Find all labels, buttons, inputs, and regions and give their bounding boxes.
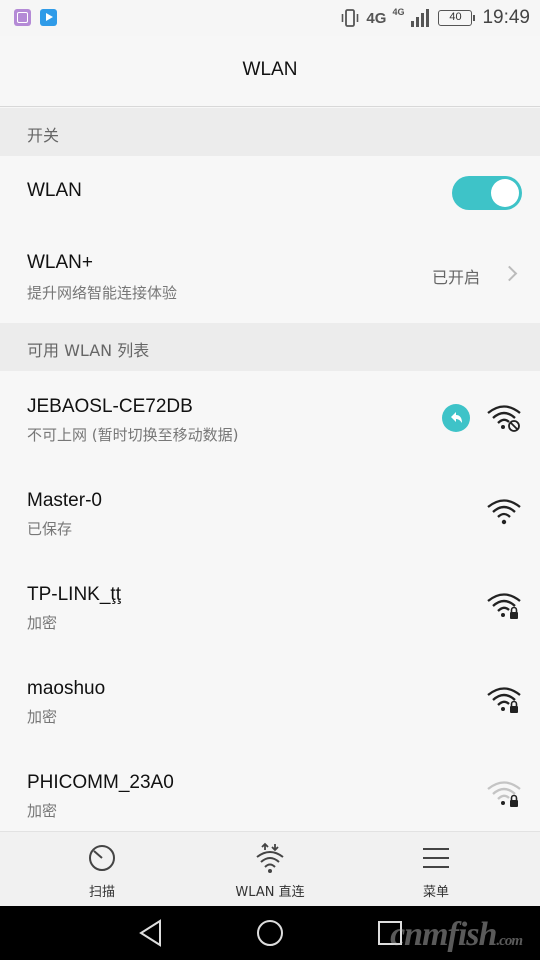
scan-button[interactable]: 扫描 xyxy=(12,832,192,907)
network-status: 加密 xyxy=(27,802,58,820)
watermark: cnmfish.com xyxy=(390,918,523,956)
section-header-available: 可用 WLAN 列表 xyxy=(0,323,540,371)
wlan-plus-row[interactable]: WLAN+ 提升网络智能连接体验 已开启 xyxy=(0,228,540,322)
section-header-label: 可用 WLAN 列表 xyxy=(27,341,150,360)
wlan-plus-sublabel: 提升网络智能连接体验 xyxy=(27,284,178,302)
network-name: maoshuo xyxy=(27,678,106,699)
wifi-weak-locked-icon xyxy=(487,781,521,807)
wlan-switch[interactable] xyxy=(452,176,522,210)
network-status: 加密 xyxy=(27,614,58,632)
watermark-suffix: .com xyxy=(496,933,523,949)
network-status: 加密 xyxy=(27,708,58,726)
menu-icon xyxy=(423,848,449,868)
page-title: WLAN xyxy=(242,59,298,80)
network-row[interactable]: PHICOMM_23A0 加密 xyxy=(0,748,540,831)
home-icon[interactable] xyxy=(255,918,285,948)
network-type-label: 4G xyxy=(366,9,387,27)
network-row[interactable]: Master-0 已保存 xyxy=(0,466,540,560)
network-row[interactable]: JEBAOSL-CE72DB 不可上网 (暂时切换至移动数据) xyxy=(0,372,540,466)
menu-label: 菜单 xyxy=(422,885,449,900)
chevron-right-icon xyxy=(501,265,518,282)
network-status: 不可上网 (暂时切换至移动数据) xyxy=(27,426,239,444)
wifi-locked-icon xyxy=(487,593,521,619)
section-header-switch: 开关 xyxy=(0,108,540,156)
network-row[interactable]: maoshuo 加密 xyxy=(0,654,540,748)
wlan-toggle-label: WLAN xyxy=(27,180,82,201)
battery-indicator: 40 xyxy=(438,10,476,26)
wlan-direct-label: WLAN 直连 xyxy=(235,885,305,900)
wifi-no-internet-icon xyxy=(487,405,521,432)
system-nav-bar: cnmfish.com xyxy=(0,906,540,960)
title-bar: WLAN xyxy=(0,36,540,107)
status-bar: 4G 4G 40 19:49 xyxy=(0,0,540,36)
wlan-plus-label: WLAN+ xyxy=(27,252,93,273)
wlan-direct-icon xyxy=(256,842,284,873)
network-name: JEBAOSL-CE72DB xyxy=(27,396,193,417)
wlan-toggle-row[interactable]: WLAN xyxy=(0,156,540,228)
vibrate-icon xyxy=(342,9,359,27)
network-name: TP-LINK_ţţ xyxy=(27,584,121,605)
share-icon[interactable] xyxy=(442,404,470,432)
scan-icon xyxy=(89,845,115,871)
wlan-plus-status: 已开启 xyxy=(431,268,480,287)
clock: 19:49 xyxy=(482,7,530,28)
wlan-direct-button[interactable]: WLAN 直连 xyxy=(180,832,360,907)
wifi-icon xyxy=(487,499,521,525)
menu-button[interactable]: 菜单 xyxy=(346,832,526,907)
back-icon[interactable] xyxy=(136,918,166,948)
signal-icon xyxy=(411,9,430,27)
network-name: PHICOMM_23A0 xyxy=(27,772,174,793)
network-status: 已保存 xyxy=(27,520,73,538)
video-notification-icon xyxy=(40,9,57,26)
network-row[interactable]: TP-LINK_ţţ 加密 xyxy=(0,560,540,654)
watermark-text: cnmfish xyxy=(390,916,497,953)
network-name: Master-0 xyxy=(27,490,102,511)
scan-label: 扫描 xyxy=(88,885,115,900)
gallery-notification-icon xyxy=(14,9,31,26)
switch-knob xyxy=(491,179,519,207)
network-type-label-2: 4G xyxy=(392,7,405,17)
section-header-label: 开关 xyxy=(27,126,60,145)
bottom-action-bar: 扫描 WLAN 直连 菜单 xyxy=(0,831,540,906)
wifi-locked-icon xyxy=(487,687,521,713)
status-indicators: 4G 4G 40 19:49 xyxy=(340,6,530,30)
